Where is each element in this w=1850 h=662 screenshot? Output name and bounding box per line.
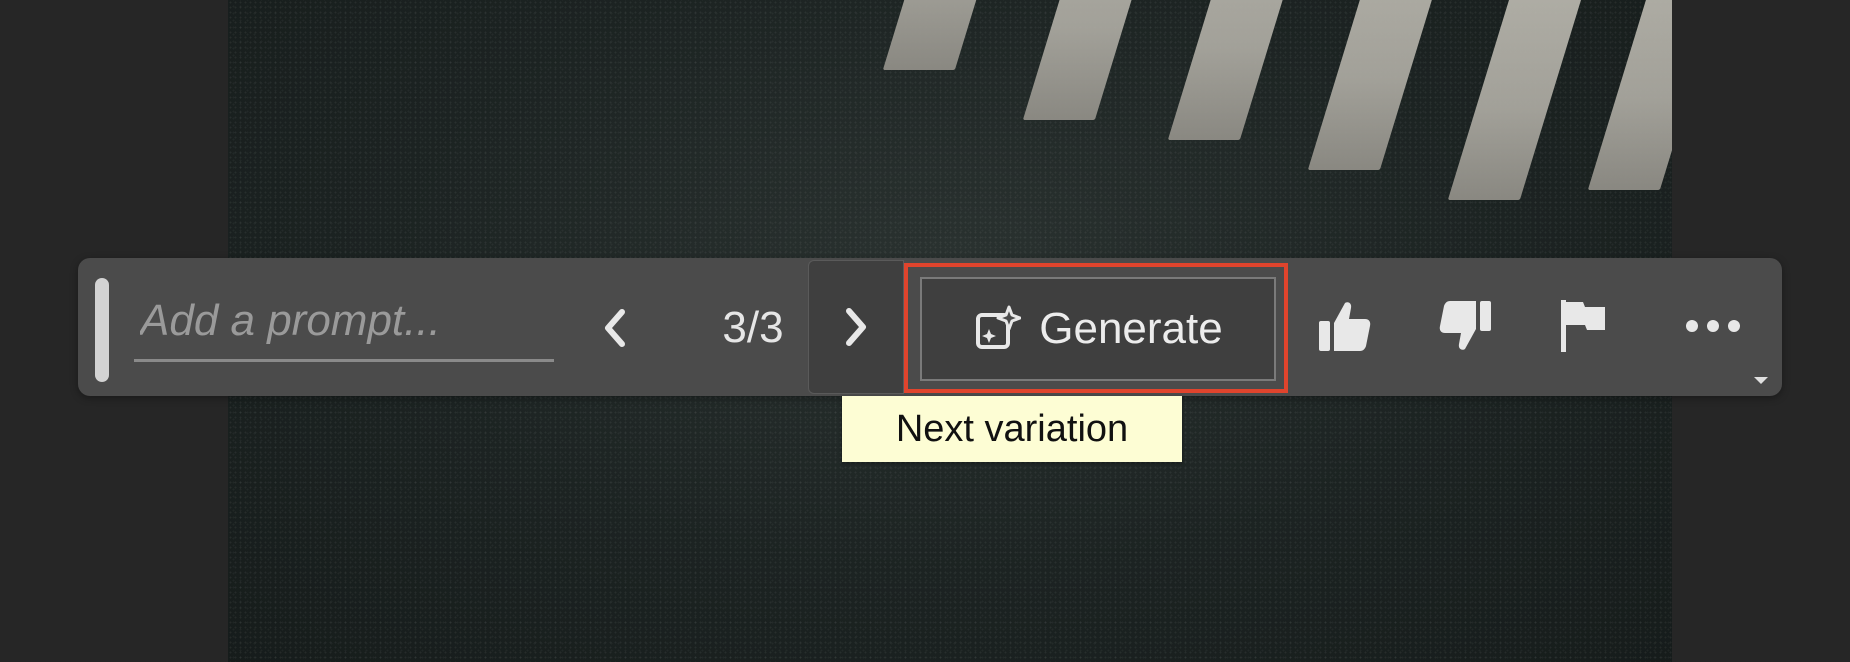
variation-counter: 3/3 [722, 303, 784, 352]
thumbs-down-button[interactable] [1430, 294, 1500, 358]
next-variation-button[interactable] [808, 260, 904, 394]
previous-variation-button[interactable] [580, 282, 650, 374]
report-button[interactable] [1548, 294, 1618, 358]
thumbs-up-icon [1319, 302, 1371, 351]
chevron-left-icon [605, 309, 625, 347]
thumbs-up-button[interactable] [1310, 294, 1380, 358]
canvas-area: 3/3 Generate [0, 0, 1850, 662]
prompt-field-wrapper [134, 282, 554, 366]
prompt-input[interactable] [134, 282, 554, 362]
more-options-button[interactable] [1678, 294, 1748, 358]
more-horizontal-icon [1686, 320, 1740, 332]
tooltip: Next variation [842, 396, 1182, 462]
generate-sparkle-icon [976, 305, 1022, 349]
drag-handle[interactable] [95, 278, 109, 382]
flag-icon [1561, 300, 1605, 352]
generate-button[interactable]: Generate [920, 277, 1276, 381]
taskbar-options-caret-icon[interactable] [1754, 377, 1768, 384]
chevron-right-icon [846, 308, 866, 346]
generate-label: Generate [1039, 304, 1223, 353]
contextual-taskbar: 3/3 Generate [78, 258, 1782, 396]
thumbs-down-icon [1439, 301, 1491, 350]
